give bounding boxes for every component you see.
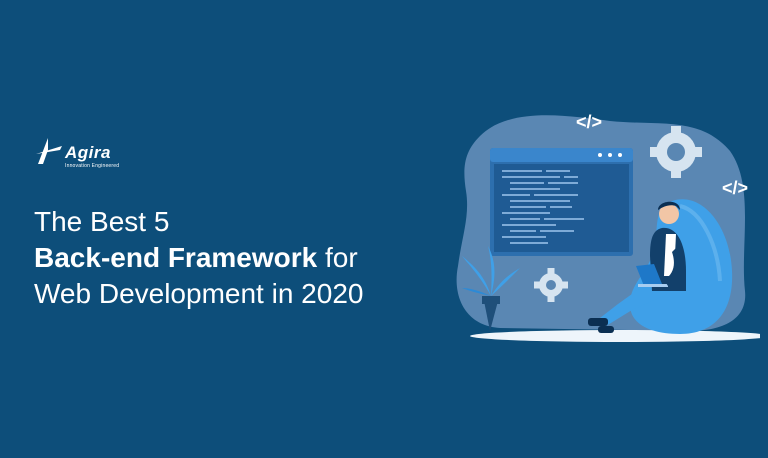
brand-logo: Agira Innovation Engineered [34,136,119,169]
headline-line-3: Web Development in 2020 [34,278,364,309]
agira-logo-icon [36,138,62,164]
brand-tagline: Innovation Engineered [65,163,120,169]
developer-illustration: </> </> [456,112,760,342]
floor-shadow [470,330,760,342]
headline-line-1: The Best 5 [34,206,170,237]
code-window [490,148,633,256]
code-tag-right: </> [722,178,748,198]
headline: The Best 5 Back-end Framework for Web De… [34,204,363,312]
headline-line-2-rest: for [317,242,358,273]
headline-line-2: Back-end Framework for [34,240,363,276]
headline-line-2-bold: Back-end Framework [34,242,318,273]
code-tag-top: </> [576,112,602,132]
brand-name: Agira [65,143,111,162]
